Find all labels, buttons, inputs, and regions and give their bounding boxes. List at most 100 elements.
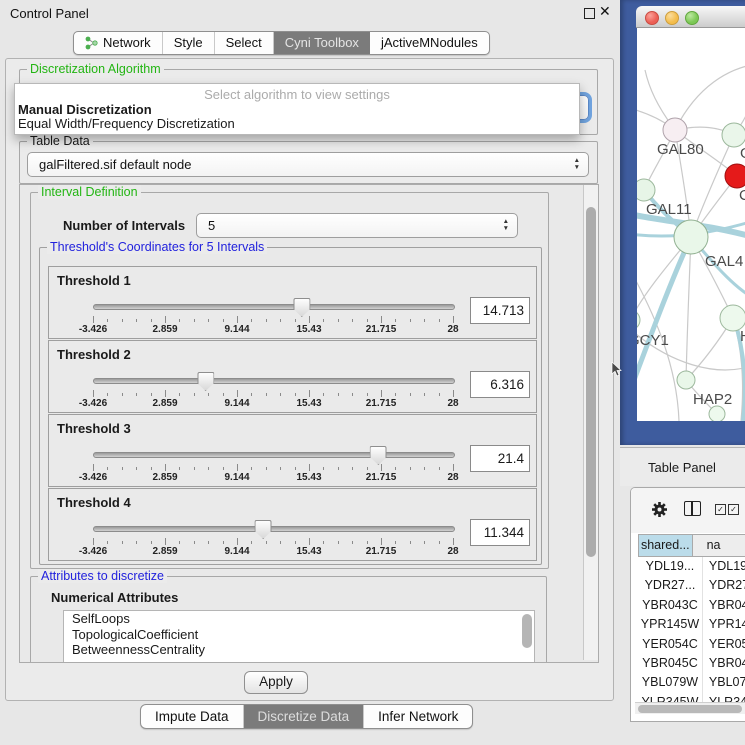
horizontal-scrollbar[interactable] [635,702,745,714]
slider-ticks [93,538,453,546]
column-header-shared-name[interactable]: shared... [638,534,692,557]
cell-shared-name[interactable]: YER054C [638,635,703,654]
threshold-3-slider[interactable] [93,452,455,458]
network-node[interactable] [674,220,708,254]
network-node[interactable] [709,406,725,421]
scale-label: 21.715 [366,398,397,409]
dropdown-placeholder: Select algorithm to view settings [15,87,579,102]
slider-scale-labels: -3.4262.8599.14415.4321.71528 [93,398,453,410]
network-window-titlebar[interactable] [636,6,745,28]
tab-impute-data[interactable]: Impute Data [141,705,244,728]
checkbox-icon[interactable]: ✓ [715,504,726,515]
table-header-row: shared... na [638,534,745,557]
scale-label: 2.859 [152,398,177,409]
slider-thumb[interactable] [370,446,387,465]
scale-label: 15.43 [296,546,321,557]
cell-name[interactable]: YBR04 [703,654,745,673]
attribute-list-item[interactable]: TopologicalCoefficient [64,627,534,643]
tab-jactivemnodules[interactable]: jActiveMNodules [370,32,489,54]
tab-style[interactable]: Style [163,32,215,54]
table-row[interactable]: YDR27...YDR27 [638,576,745,595]
table-data-combobox[interactable]: galFiltered.sif default node ▲▼ [27,152,589,177]
network-canvas-svg: GAL80GACGAL11GAL4GCY1HHAP2 [637,28,745,421]
slider-thumb[interactable] [197,372,214,391]
threshold-1-value-field[interactable]: 14.713 [470,297,530,324]
close-icon[interactable]: ✕ [599,3,611,20]
attribute-list-item[interactable]: SelfLoops [64,611,534,627]
scale-label: 21.715 [366,546,397,557]
minimize-traffic-light-icon[interactable] [665,11,679,25]
gear-icon[interactable] [651,501,668,518]
cell-name[interactable]: YDL19 [703,557,745,576]
mouse-cursor [611,362,622,377]
cell-name[interactable]: YER05 [703,635,745,654]
tab-cyni-toolbox[interactable]: Cyni Toolbox [274,32,370,54]
cell-shared-name[interactable]: YLR345W [638,693,703,702]
threshold-4-panel: Threshold 4 -3.4262.8599.14415.4321.7152… [48,488,537,561]
network-node[interactable] [637,310,640,330]
cell-shared-name[interactable]: YBR043C [638,596,703,615]
threshold-3-value-field[interactable]: 21.4 [470,445,530,472]
tab-infer-network[interactable]: Infer Network [364,705,472,728]
network-node[interactable] [677,371,695,389]
network-node[interactable] [722,123,745,147]
vertical-scrollbar[interactable] [583,185,598,660]
group-title: Attributes to discretize [38,569,167,583]
threshold-2-value-field[interactable]: 6.316 [470,371,530,398]
numerical-attributes-list[interactable]: SelfLoopsTopologicalCoefficientBetweenne… [63,610,535,663]
cell-shared-name[interactable]: YBR045C [638,654,703,673]
dropdown-item-manual-discretization[interactable]: Manual Discretization [18,102,152,117]
threshold-2-slider[interactable] [93,378,455,384]
network-canvas[interactable]: GAL80GACGAL11GAL4GCY1HHAP2 [637,28,745,421]
table-row[interactable]: YDL19...YDL19 [638,557,745,576]
numerical-attributes-label: Numerical Attributes [51,590,178,605]
tab-select[interactable]: Select [215,32,274,54]
apply-button[interactable]: Apply [244,671,308,694]
number-of-intervals-label: Number of Intervals [63,218,185,233]
cell-name[interactable]: YLR34 [703,693,745,702]
cell-name[interactable]: YBL07 [703,673,745,692]
cell-shared-name[interactable]: YDR27... [638,576,703,595]
scale-label: 15.43 [296,324,321,335]
table-row[interactable]: YBR045CYBR04 [638,654,745,673]
threshold-4-value-field[interactable]: 11.344 [470,519,530,546]
attribute-list-item[interactable]: BetweennessCentrality [64,642,534,658]
network-node-label: C [739,187,745,204]
algorithm-dropdown-popup: Select algorithm to view settings Manual… [14,83,580,135]
table-row[interactable]: YER054CYER05 [638,635,745,654]
cell-shared-name[interactable]: YDL19... [638,557,703,576]
network-node[interactable] [637,179,655,201]
table-row[interactable]: YBL079WYBL07 [638,673,745,692]
threshold-1-slider[interactable] [93,304,455,310]
list-scrollbar-thumb[interactable] [522,614,532,648]
table-row[interactable]: YPR145WYPR14 [638,615,745,634]
network-node[interactable] [725,164,745,188]
table-data-group: Table Data galFiltered.sif default node … [19,141,598,184]
scrollbar-thumb[interactable] [586,207,596,557]
threshold-4-slider[interactable] [93,526,455,532]
checkbox-icon[interactable]: ✓ [728,504,739,515]
dropdown-item-equal-width-frequency[interactable]: Equal Width/Frequency Discretization [18,116,235,131]
table-row[interactable]: YLR345WYLR34 [638,693,745,702]
table-panel-titlebar: Table Panel [620,447,745,486]
split-columns-icon[interactable] [684,501,701,516]
column-header-name[interactable]: na [692,534,745,557]
cell-name[interactable]: YPR14 [703,615,745,634]
table-row[interactable]: YBR043CYBR04 [638,596,745,615]
number-of-intervals-combobox[interactable]: 5 ▲▼ [196,213,518,238]
network-node[interactable] [663,118,687,142]
slider-thumb[interactable] [255,520,272,539]
tab-network[interactable]: Network [74,32,163,54]
close-traffic-light-icon[interactable] [645,11,659,25]
network-view-window[interactable]: GAL80GACGAL11GAL4GCY1HHAP2 [636,6,745,421]
slider-thumb[interactable] [293,298,310,317]
tab-discretize-data[interactable]: Discretize Data [244,705,365,728]
float-window-icon[interactable] [584,8,595,19]
cell-name[interactable]: YBR04 [703,596,745,615]
cell-shared-name[interactable]: YPR145W [638,615,703,634]
scale-label: -3.426 [79,324,107,335]
scrollbar-thumb[interactable] [638,705,742,713]
cell-shared-name[interactable]: YBL079W [638,673,703,692]
zoom-traffic-light-icon[interactable] [685,11,699,25]
cell-name[interactable]: YDR27 [703,576,745,595]
